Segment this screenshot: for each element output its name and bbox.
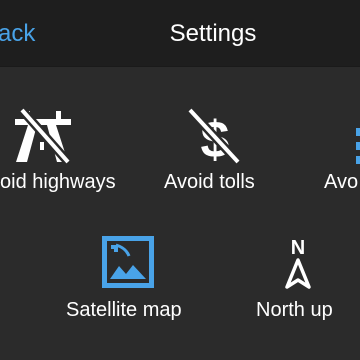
avoid-partial-label: Avo bbox=[324, 171, 359, 193]
avoid-tolls-label: Avoid tolls bbox=[164, 171, 255, 193]
satellite-map-option[interactable]: Satellite map bbox=[60, 230, 200, 330]
top-bar: ack Settings bbox=[0, 0, 360, 67]
satellite-map-icon bbox=[102, 236, 154, 288]
north-up-option[interactable]: N North up bbox=[250, 230, 350, 330]
page-title: Settings bbox=[169, 20, 257, 47]
north-letter: N bbox=[291, 237, 305, 259]
north-arrow-icon: N bbox=[285, 237, 311, 289]
north-up-label: North up bbox=[256, 299, 333, 321]
avoid-option-partial[interactable]: Avo bbox=[320, 100, 360, 200]
avoid-highways-option[interactable]: oid highways bbox=[0, 100, 130, 200]
avoid-highways-label: oid highways bbox=[0, 171, 116, 193]
satellite-map-label: Satellite map bbox=[66, 299, 182, 321]
dollar-crossed-icon: $ bbox=[186, 108, 242, 164]
avoid-tolls-option[interactable]: $ Avoid tolls bbox=[160, 100, 270, 200]
settings-screen: ack Settings oid highways $ Avoid tolls bbox=[0, 0, 360, 360]
partial-icon bbox=[356, 128, 360, 164]
highway-crossed-icon bbox=[15, 108, 72, 164]
